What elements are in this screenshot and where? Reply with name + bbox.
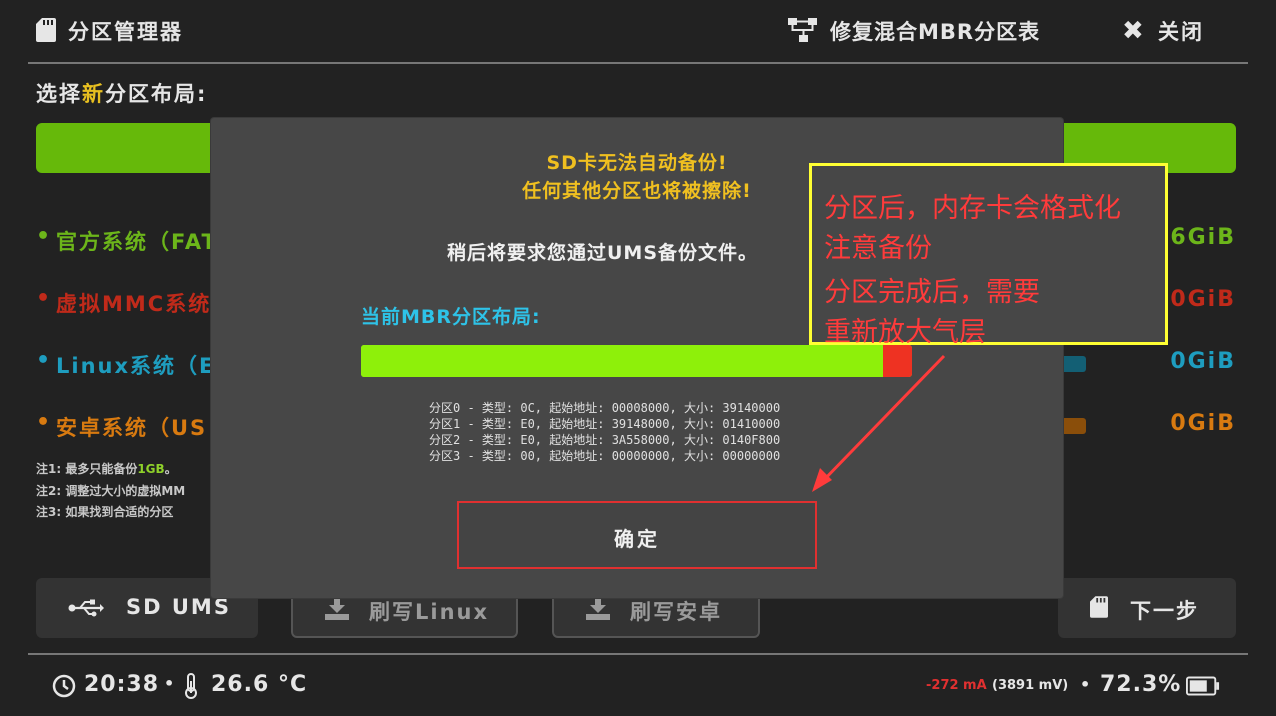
mbr-partition-list: 分区0 - 类型: 0C, 起始地址: 00008000, 大小: 391400…	[429, 400, 780, 464]
download-icon	[586, 596, 610, 620]
note-highlight: 1GB	[137, 462, 165, 476]
mbr-partition-line: 分区3 - 类型: 00, 起始地址: 00000000, 大小: 000000…	[429, 449, 781, 463]
bullet: •	[36, 286, 51, 311]
close-icon: ✖	[1122, 16, 1144, 46]
usb-icon	[68, 599, 104, 617]
bullet: •	[36, 348, 51, 373]
partition-name: 官方系统（FAT	[56, 230, 218, 254]
note-suffix: 。	[164, 462, 177, 476]
top-divider	[28, 62, 1248, 64]
ok-label: 确定	[614, 527, 660, 551]
download-icon	[325, 596, 349, 620]
status-current: -272 mA	[926, 678, 987, 693]
bottom-divider	[28, 653, 1248, 655]
flash-linux-label: 刷写Linux	[369, 600, 490, 624]
status-battery-percent: 72.3%	[1100, 672, 1182, 697]
current-mbr-layout-label: 当前MBR分区布局:	[361, 306, 541, 328]
thermometer-icon	[184, 673, 198, 703]
fix-mbr-button[interactable]: 修复混合MBR分区表	[784, 10, 1074, 52]
status-separator: •	[164, 674, 175, 693]
sitemap-icon	[788, 18, 817, 42]
sd-card-icon	[36, 18, 56, 42]
partition-size: 0GiB	[1170, 411, 1236, 436]
top-bar	[0, 0, 1276, 62]
annotation-line-1: 分区后，内存卡会格式化	[824, 193, 1121, 224]
partition-name: 虚拟MMC系统	[56, 292, 212, 316]
next-label: 下一步	[1130, 599, 1199, 623]
select-layout-highlight: 新	[82, 82, 105, 106]
note-text: 注2: 调整过大小的虚拟MM	[36, 484, 186, 498]
close-label: 关闭	[1158, 20, 1204, 44]
annotation-arrow	[812, 354, 946, 492]
annotation-box: 分区后，内存卡会格式化 注意备份 分区完成后，需要 重新放大气层	[809, 163, 1168, 348]
select-layout-prefix: 选择	[36, 82, 82, 106]
fix-mbr-label: 修复混合MBR分区表	[830, 20, 1041, 44]
annotation-line-2: 注意备份	[824, 233, 932, 264]
note-3: 注3: 如果找到合适的分区	[36, 503, 173, 520]
close-button[interactable]: ✖ 关闭	[1118, 10, 1218, 52]
status-temperature: 26.6 °C	[211, 672, 308, 697]
flash-android-label: 刷写安卓	[630, 600, 722, 624]
ok-button[interactable]: 确定	[457, 501, 817, 569]
status-separator: •	[1080, 675, 1091, 694]
sd-ums-label: SD UMS	[126, 595, 231, 619]
bullet: •	[36, 224, 51, 249]
annotation-line-3: 分区完成后，需要	[824, 277, 1040, 308]
next-button[interactable]: 下一步	[1058, 578, 1236, 638]
mbr-partition-line: 分区0 - 类型: 0C, 起始地址: 00008000, 大小: 391400…	[429, 401, 781, 415]
select-layout-title: 选择新分区布局:	[36, 78, 207, 108]
ums-backup-info: 稍后将要求您通过UMS备份文件。	[447, 242, 759, 264]
note-1: 注1: 最多只能备份1GB。	[36, 460, 177, 477]
mbr-partition-line: 分区2 - 类型: E0, 起始地址: 3A558000, 大小: 0140F8…	[429, 433, 781, 447]
partition-size: 0GiB	[1170, 287, 1236, 312]
note-text: 注3: 如果找到合适的分区	[36, 505, 174, 519]
partition-name: Linux系统（E	[56, 354, 216, 378]
app-title: 分区管理器	[68, 20, 183, 44]
partition-name: 安卓系统（US	[56, 416, 208, 440]
clock-icon	[52, 674, 76, 702]
note-2: 注2: 调整过大小的虚拟MM	[36, 482, 185, 499]
mbr-partition-line: 分区1 - 类型: E0, 起始地址: 39148000, 大小: 014100…	[429, 417, 781, 431]
note-text: 注1: 最多只能备份	[36, 462, 138, 476]
bullet: •	[36, 410, 51, 435]
partition-size: 0GiB	[1170, 349, 1236, 374]
status-time: 20:38	[84, 672, 160, 697]
status-voltage: (3891 mV)	[992, 678, 1069, 693]
battery-icon	[1186, 676, 1220, 696]
sd-card-icon	[1090, 596, 1108, 618]
select-layout-suffix: 分区布局:	[105, 82, 208, 106]
annotation-line-4: 重新放大气层	[824, 317, 986, 348]
